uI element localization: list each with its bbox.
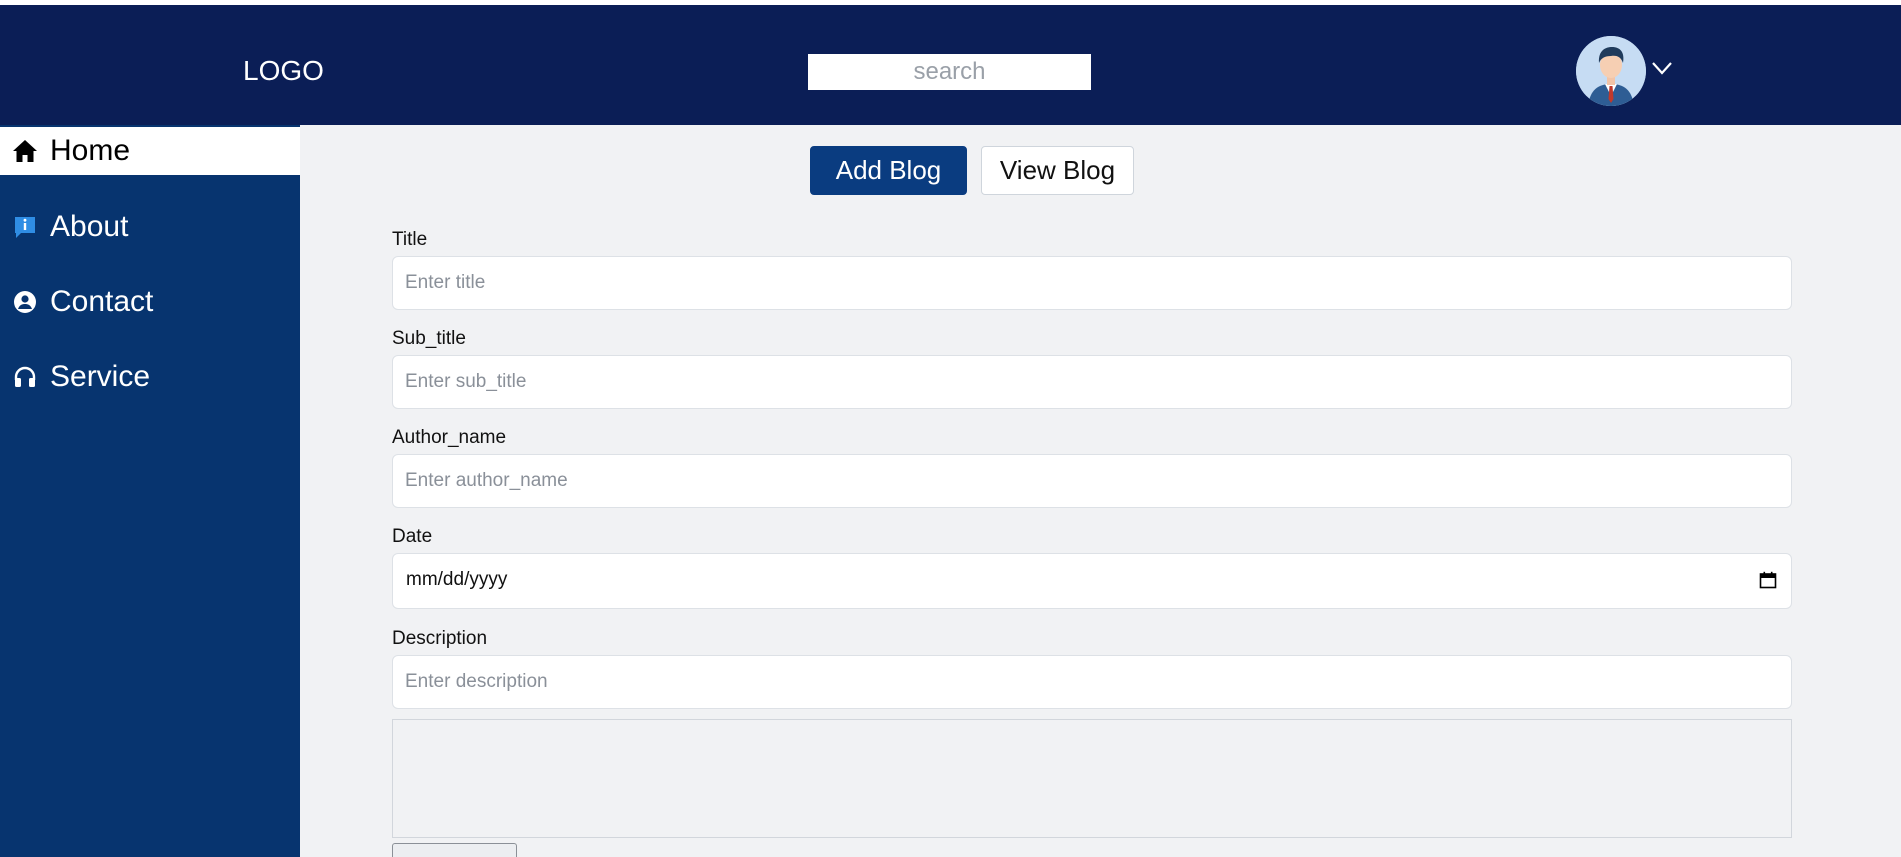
- chevron-down-icon[interactable]: [1651, 61, 1673, 75]
- sidebar-item-label: Home: [50, 134, 131, 167]
- author-input[interactable]: [392, 454, 1792, 508]
- description-editor-area[interactable]: [392, 719, 1792, 838]
- headphones-icon: [12, 364, 38, 390]
- user-circle-icon: [12, 289, 38, 315]
- sidebar-item-about[interactable]: About: [0, 202, 300, 252]
- title-label: Title: [392, 229, 428, 250]
- submit-button[interactable]: [392, 843, 517, 857]
- search-input[interactable]: [808, 54, 1091, 90]
- sidebar-item-home[interactable]: Home: [0, 127, 300, 175]
- add-blog-button[interactable]: Add Blog: [810, 146, 967, 195]
- date-label: Date: [392, 526, 433, 547]
- calendar-icon[interactable]: [1759, 571, 1777, 589]
- home-icon: [12, 138, 38, 164]
- title-input[interactable]: [392, 256, 1792, 310]
- top-header: LOGO: [0, 5, 1901, 125]
- view-blog-button[interactable]: View Blog: [981, 146, 1134, 195]
- logo[interactable]: LOGO: [243, 55, 324, 87]
- sidebar-item-contact[interactable]: Contact: [0, 277, 300, 327]
- author-label: Author_name: [392, 427, 507, 448]
- info-icon: [12, 214, 38, 240]
- sidebar-item-label: About: [50, 210, 129, 243]
- description-label: Description: [392, 628, 488, 649]
- sidebar-item-service[interactable]: Service: [0, 352, 300, 402]
- sidebar-item-label: Service: [50, 360, 151, 393]
- subtitle-label: Sub_title: [392, 328, 466, 349]
- date-value: mm/dd/yyyy: [406, 569, 508, 590]
- sidebar-item-label: Contact: [50, 285, 154, 318]
- date-input[interactable]: mm/dd/yyyy: [392, 553, 1792, 609]
- user-avatar-icon[interactable]: [1576, 36, 1646, 106]
- description-input[interactable]: [392, 655, 1792, 709]
- subtitle-input[interactable]: [392, 355, 1792, 409]
